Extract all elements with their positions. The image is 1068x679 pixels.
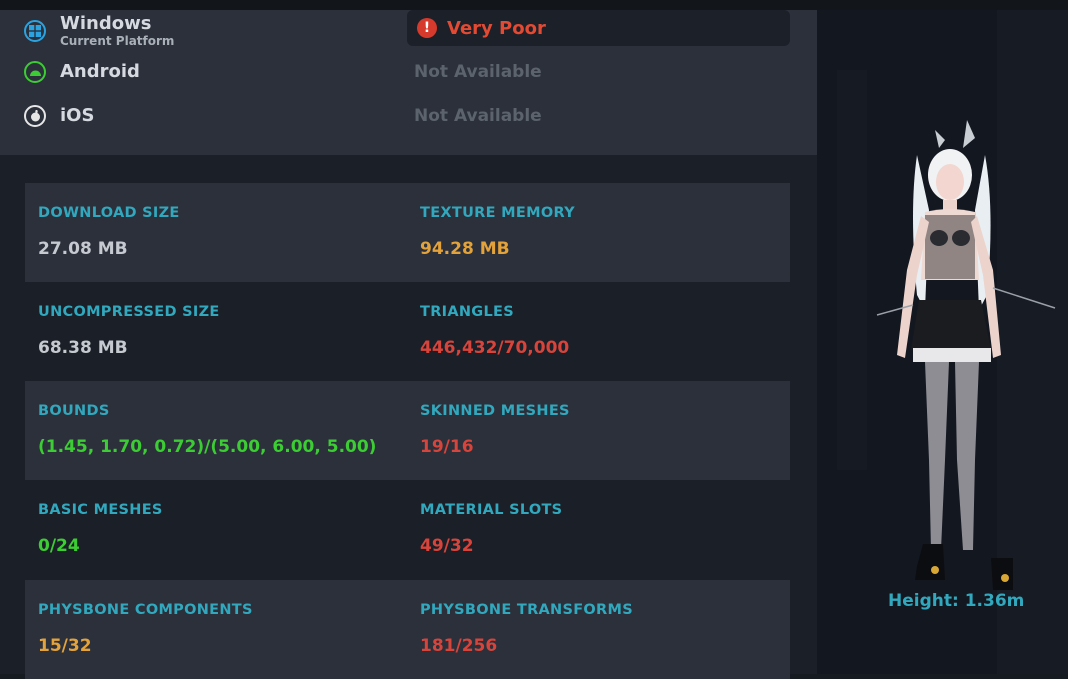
avatar-preview-panel[interactable]: [817, 10, 1068, 674]
stats-row-2: UNCOMPRESSED SIZE 68.38 MB TRIANGLES 446…: [25, 282, 790, 381]
performance-rating-text: Very Poor: [447, 17, 546, 39]
stat-value: 15/32: [38, 636, 92, 656]
stats-row-4: BASIC MESHES 0/24 MATERIAL SLOTS 49/32: [25, 480, 790, 579]
stat-label: MATERIAL SLOTS: [420, 502, 563, 518]
stat-label: PHYSBONE COMPONENTS: [38, 602, 253, 618]
apple-icon: [24, 105, 46, 127]
platform-status-ios: Not Available: [414, 106, 542, 126]
stat-label: PHYSBONE TRANSFORMS: [420, 602, 633, 618]
stat-value: 27.08 MB: [38, 239, 128, 259]
stat-label: BOUNDS: [38, 403, 110, 419]
stat-value: 49/32: [420, 536, 474, 556]
platform-status-android: Not Available: [414, 62, 542, 82]
platform-row-android[interactable]: Android: [24, 61, 140, 83]
avatar-preview-image: [817, 10, 1068, 674]
platform-row-ios[interactable]: iOS: [24, 105, 94, 127]
stat-label: SKINNED MESHES: [420, 403, 570, 419]
performance-rating-badge: ! Very Poor: [407, 10, 790, 46]
stats-row-1: DOWNLOAD SIZE 27.08 MB TEXTURE MEMORY 94…: [25, 183, 790, 282]
stat-value: 68.38 MB: [38, 338, 128, 358]
android-icon: [24, 61, 46, 83]
stats-row-5: PHYSBONE COMPONENTS 15/32 PHYSBONE TRANS…: [25, 580, 790, 679]
stat-label: BASIC MESHES: [38, 502, 163, 518]
platform-row-windows[interactable]: Windows Current Platform: [24, 14, 174, 48]
stat-label: TRIANGLES: [420, 304, 514, 320]
warning-icon: !: [417, 18, 437, 38]
avatar-height-label: Height: 1.36m: [888, 591, 1025, 611]
stat-value: 446,432/70,000: [420, 338, 570, 358]
stat-value: 94.28 MB: [420, 239, 510, 259]
stat-label: UNCOMPRESSED SIZE: [38, 304, 220, 320]
stat-value: (1.45, 1.70, 0.72)/(5.00, 6.00, 5.00): [38, 437, 377, 457]
stat-label: DOWNLOAD SIZE: [38, 205, 180, 221]
top-strip: [0, 0, 1068, 10]
windows-icon: [24, 20, 46, 42]
stat-label: TEXTURE MEMORY: [420, 205, 575, 221]
platform-name: Android: [60, 61, 140, 82]
stat-value: 0/24: [38, 536, 80, 556]
stat-value: 19/16: [420, 437, 474, 457]
platform-name: Windows: [60, 13, 152, 34]
platform-subtitle: Current Platform: [60, 34, 175, 48]
platform-name: iOS: [60, 105, 95, 126]
stat-value: 181/256: [420, 636, 498, 656]
stats-row-3: BOUNDS (1.45, 1.70, 0.72)/(5.00, 6.00, 5…: [25, 381, 790, 480]
